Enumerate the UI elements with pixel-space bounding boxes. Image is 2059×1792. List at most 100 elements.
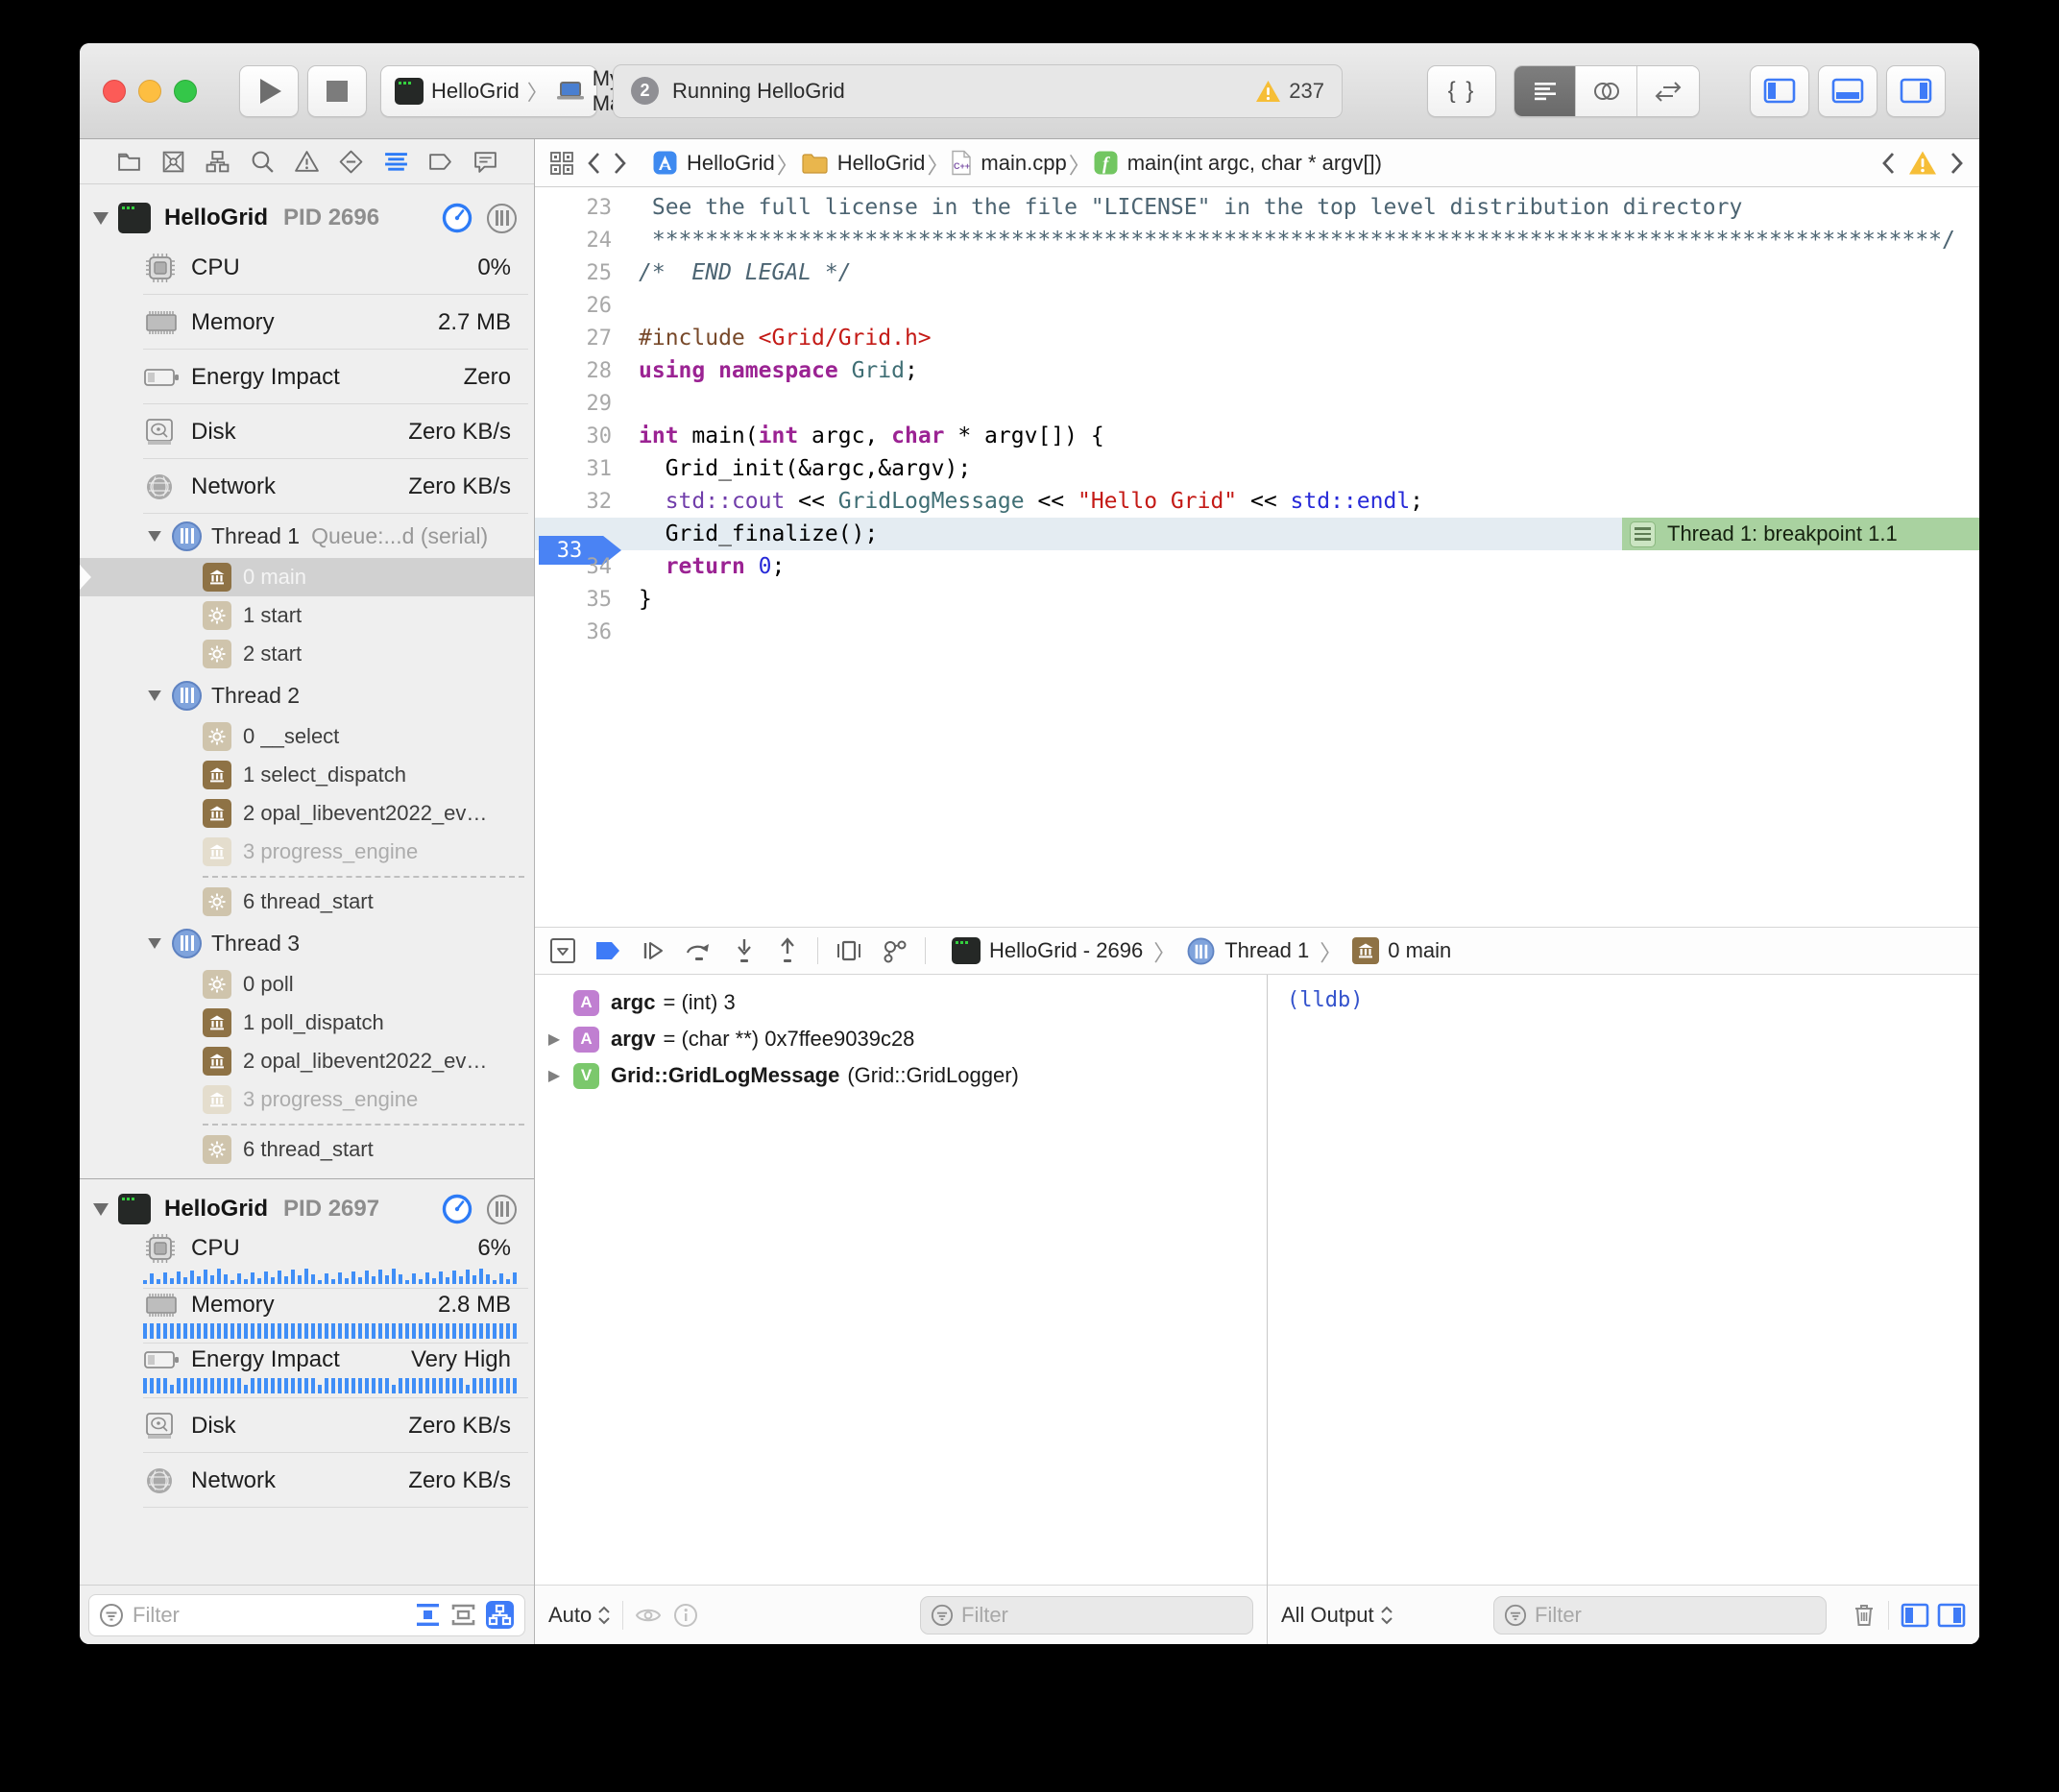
code-line[interactable]: 25 /* END LEGAL */	[535, 256, 1979, 289]
code-line[interactable]: 31 Grid_init(&argc,&argv);	[535, 452, 1979, 485]
stack-frame-row[interactable]: 3 progress_engine	[80, 833, 534, 871]
version-editor-button[interactable]	[1637, 66, 1699, 116]
code-line[interactable]: 23 See the full license in the file "LIC…	[535, 191, 1979, 224]
breakpoint-gutter[interactable]: 28	[535, 359, 623, 383]
close-window-button[interactable]	[103, 80, 126, 103]
disclosure-triangle-icon[interactable]	[93, 212, 109, 225]
variable-row[interactable]: A argc= (int) 3	[535, 984, 1267, 1021]
toggle-navigator-button[interactable]	[1750, 65, 1809, 117]
thread-row[interactable]: Thread 3	[80, 921, 534, 965]
forward-button[interactable]	[612, 151, 629, 176]
related-items-icon[interactable]	[548, 150, 575, 177]
debug-view-hierarchy-button[interactable]	[835, 936, 863, 965]
stack-frame-row[interactable]: 6 thread_start	[80, 883, 534, 921]
breadcrumb-item[interactable]: fmain(int argc, char * argv[])	[1093, 150, 1382, 176]
back-button[interactable]	[585, 151, 602, 176]
breakpoint-gutter[interactable]: 25	[535, 261, 623, 285]
code-line[interactable]: 24 *************************************…	[535, 224, 1979, 256]
stat-row-network[interactable]: NetworkZero KB/s	[80, 459, 534, 514]
code-line[interactable]: 26	[535, 289, 1979, 322]
process-row[interactable]: HelloGridPID 2697	[80, 1187, 534, 1231]
threads-view-icon[interactable]	[487, 204, 517, 233]
breakpoint-gutter[interactable]: 32	[535, 490, 623, 514]
quicklook-eye-icon[interactable]	[635, 1605, 662, 1626]
breakpoint-gutter[interactable]: 34	[535, 555, 623, 579]
stack-frame-row[interactable]: 1 select_dispatch	[80, 756, 534, 794]
variables-filter-field[interactable]: Filter	[920, 1596, 1253, 1635]
debug-frame-label[interactable]: 0 main	[1388, 938, 1451, 963]
stat-row-network[interactable]: NetworkZero KB/s	[80, 1453, 534, 1508]
show-console-view-toggle[interactable]	[1937, 1603, 1966, 1628]
stat-row-energy-impact[interactable]: Energy ImpactZero	[80, 350, 534, 404]
breadcrumb-item[interactable]: HelloGrid	[652, 150, 775, 176]
previous-issue-button[interactable]	[1879, 151, 1897, 176]
stack-frame-row[interactable]: 0 main	[80, 558, 534, 596]
assistant-editor-button[interactable]	[1576, 66, 1637, 116]
step-over-button[interactable]	[684, 936, 715, 965]
breakpoint-gutter[interactable]: 31	[535, 457, 623, 481]
next-issue-button[interactable]	[1949, 151, 1966, 176]
breakpoint-gutter[interactable]: 30	[535, 424, 623, 448]
navigator-filter-field[interactable]: Filter	[88, 1594, 525, 1636]
debug-thread-label[interactable]: Thread 1	[1224, 938, 1309, 963]
stat-row-cpu[interactable]: CPU6%	[80, 1231, 534, 1289]
step-out-button[interactable]	[774, 936, 801, 965]
standard-editor-button[interactable]	[1514, 66, 1576, 116]
breakpoint-navigator-tab[interactable]	[426, 147, 455, 176]
breakpoint-gutter[interactable]: 27	[535, 327, 623, 351]
breakpoint-gutter[interactable]: 26	[535, 294, 623, 318]
breakpoint-gutter[interactable]: 36	[535, 620, 623, 644]
breakpoints-toggle-button[interactable]	[593, 938, 622, 963]
stop-button[interactable]	[307, 65, 367, 117]
code-line-current[interactable]: 33 Grid_finalize(); Thread 1: breakpoint…	[535, 518, 1979, 550]
code-line[interactable]: 29	[535, 387, 1979, 420]
stack-frame-row[interactable]: 2 opal_libevent2022_ev…	[80, 1042, 534, 1080]
stack-frame-row[interactable]: 6 thread_start	[80, 1130, 534, 1169]
code-line[interactable]: 32 std::cout << GridLogMessage << "Hello…	[535, 485, 1979, 518]
find-navigator-tab[interactable]	[248, 147, 277, 176]
stack-frame-row[interactable]: 0 poll	[80, 965, 534, 1004]
clear-console-button[interactable]	[1852, 1602, 1877, 1629]
debug-process-label[interactable]: HelloGrid - 2696	[989, 938, 1143, 963]
report-navigator-tab[interactable]	[471, 147, 499, 176]
stat-row-disk[interactable]: DiskZero KB/s	[80, 404, 534, 459]
disclosure-triangle-icon[interactable]	[148, 937, 161, 948]
stat-row-disk[interactable]: DiskZero KB/s	[80, 1398, 534, 1453]
stack-frame-row[interactable]: 0 __select	[80, 717, 534, 756]
test-navigator-tab[interactable]	[337, 147, 366, 176]
code-line[interactable]: 36	[535, 616, 1979, 648]
process-row[interactable]: HelloGridPID 2696	[80, 196, 534, 240]
performance-gauges-icon[interactable]	[441, 202, 473, 234]
console-output-popup[interactable]: All Output	[1281, 1603, 1393, 1628]
code-line[interactable]: 28 using namespace Grid;	[535, 354, 1979, 387]
code-line[interactable]: 35 }	[535, 583, 1979, 616]
toggle-debug-area-button[interactable]	[1818, 65, 1877, 117]
view-mode-toggle[interactable]	[485, 1600, 515, 1630]
thread-row[interactable]: Thread 1Queue:...d (serial)	[80, 514, 534, 558]
disclosure-triangle-icon[interactable]	[148, 690, 161, 700]
continue-button[interactable]	[639, 937, 667, 964]
code-line[interactable]: 27 #include <Grid/Grid.h>	[535, 322, 1979, 354]
console-output[interactable]: (lldb)	[1268, 975, 1979, 1585]
stat-row-memory[interactable]: Memory2.7 MB	[80, 295, 534, 350]
breadcrumb-item[interactable]: C++main.cpp	[951, 150, 1066, 176]
info-icon[interactable]	[673, 1603, 698, 1628]
disclosure-triangle-icon[interactable]: ▶	[543, 1066, 566, 1085]
stat-row-memory[interactable]: Memory2.8 MB	[80, 1289, 534, 1344]
code-line[interactable]: 34 return 0;	[535, 550, 1979, 583]
stack-frame-row[interactable]: 1 poll_dispatch	[80, 1004, 534, 1042]
variable-row[interactable]: ▶ V Grid::GridLogMessage(Grid::GridLogge…	[535, 1057, 1267, 1094]
issue-navigator-tab[interactable]	[293, 147, 322, 176]
source-editor[interactable]: 23 See the full license in the file "LIC…	[535, 187, 1979, 927]
thread-row[interactable]: Thread 2	[80, 673, 534, 717]
stat-row-cpu[interactable]: CPU0%	[80, 240, 534, 295]
show-crashed-only-toggle[interactable]	[449, 1601, 477, 1629]
stack-frame-row[interactable]: 1 start	[80, 596, 534, 635]
toggle-inspector-button[interactable]	[1886, 65, 1946, 117]
stack-frame-row[interactable]: 2 start	[80, 635, 534, 673]
project-navigator-tab[interactable]	[114, 147, 143, 176]
variables-scope-popup[interactable]: Auto	[548, 1603, 611, 1628]
hide-debug-area-button[interactable]	[548, 936, 577, 965]
memory-graph-button[interactable]	[880, 936, 908, 965]
breadcrumb-item[interactable]: HelloGrid	[801, 151, 926, 176]
